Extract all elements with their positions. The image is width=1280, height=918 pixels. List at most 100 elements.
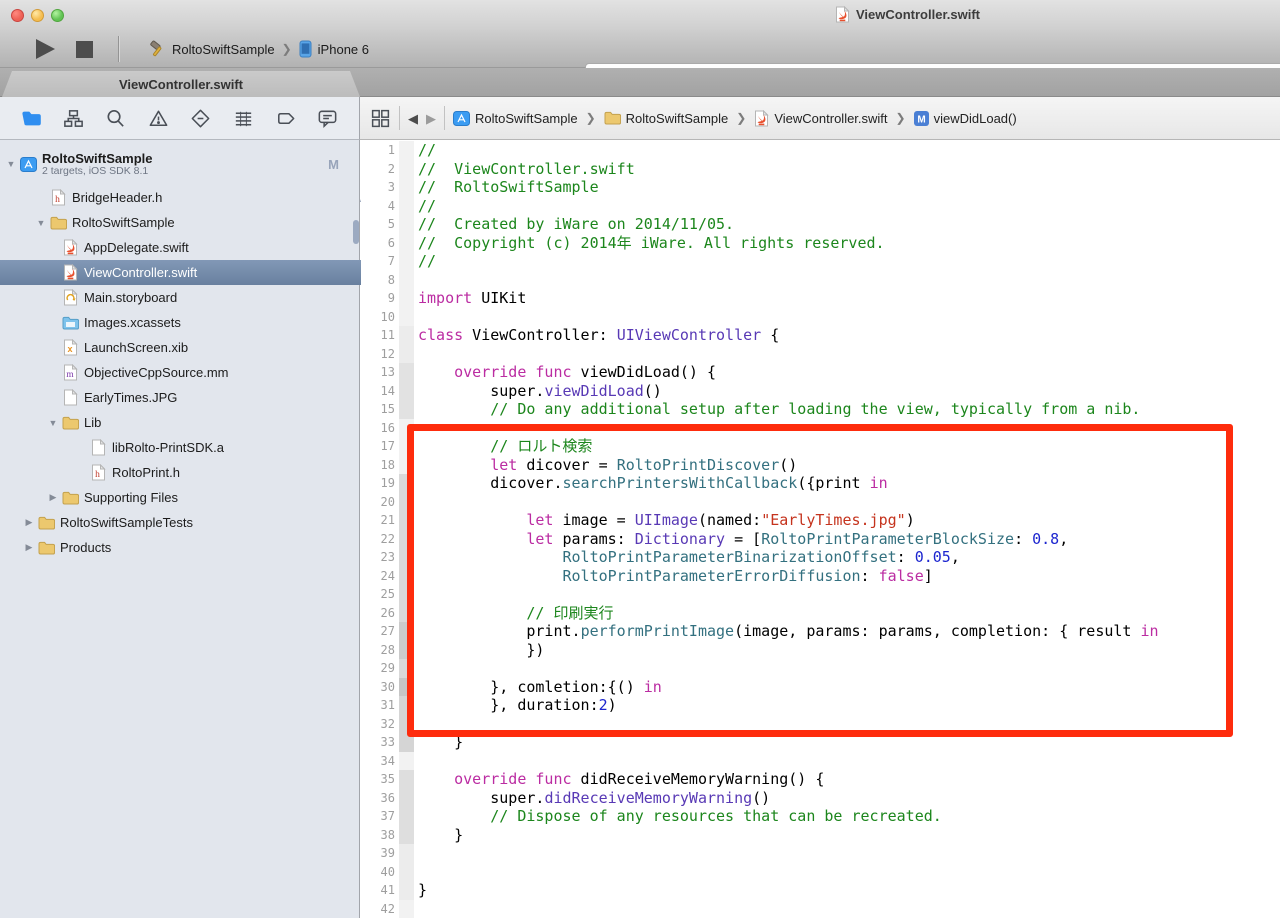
code-line-4[interactable]: // bbox=[418, 197, 1278, 216]
code-line-36[interactable]: super.didReceiveMemoryWarning() bbox=[418, 789, 1278, 808]
line-number: 40 bbox=[380, 864, 395, 879]
code-line-17[interactable]: // ロルト検索 bbox=[418, 437, 1278, 456]
line-number: 17 bbox=[380, 439, 395, 453]
navigator-row-supporting-files[interactable]: ▶ Supporting Files bbox=[0, 485, 405, 510]
project-navigator-icon[interactable] bbox=[19, 106, 43, 130]
line-number: 23 bbox=[380, 550, 395, 564]
code-line-27[interactable]: print.performPrintImage(image, params: p… bbox=[418, 622, 1278, 641]
close-window-button[interactable] bbox=[11, 9, 24, 22]
code-line-9[interactable]: import UIKit bbox=[418, 289, 1278, 308]
code-line-1[interactable]: // bbox=[418, 141, 1278, 160]
code-line-12[interactable] bbox=[418, 345, 1278, 364]
navigator-row-roltoswiftsample[interactable]: ▼ RoltoSwiftSample 2 targets, iOS SDK 8.1 M bbox=[0, 143, 363, 185]
source-editor[interactable]: 1 2 3 4 5 6 7 8 9 10 11 12 13 14 15 16 17 18 19 20 21 22 23 24 2… bbox=[361, 140, 1280, 918]
disclosure-closed-icon[interactable]: ▶ bbox=[22, 542, 36, 553]
folder-file-icon bbox=[36, 516, 56, 530]
code-line-30[interactable]: }, comletion:{() in bbox=[418, 678, 1278, 697]
related-items-icon[interactable] bbox=[370, 108, 391, 129]
disclosure-closed-icon[interactable]: ▶ bbox=[46, 492, 60, 503]
test-navigator-icon[interactable] bbox=[189, 106, 213, 130]
code-line-26[interactable]: // 印刷実行 bbox=[418, 604, 1278, 623]
navigator-row-launchscreen-xib[interactable]: x LaunchScreen.xib bbox=[0, 335, 405, 360]
run-button[interactable] bbox=[36, 39, 55, 59]
code-line-6[interactable]: // Copyright (c) 2014年 iWare. All rights… bbox=[418, 234, 1278, 253]
code-line-7[interactable]: // bbox=[418, 252, 1278, 271]
navigator-row-roltoswiftsampletests[interactable]: ▶ RoltoSwiftSampleTests bbox=[0, 510, 381, 535]
line-number: 9 bbox=[387, 291, 395, 305]
code-line-37[interactable]: // Dispose of any resources that can be … bbox=[418, 807, 1278, 826]
code-area[interactable]: //// ViewController.swift// RoltoSwiftSa… bbox=[418, 141, 1278, 918]
navigator-row-roltoswiftsample[interactable]: ▼ RoltoSwiftSample bbox=[0, 210, 393, 235]
code-line-8[interactable] bbox=[418, 271, 1278, 290]
issue-navigator-icon[interactable] bbox=[146, 106, 170, 130]
navigator-row-appdelegate-swift[interactable]: AppDelegate.swift bbox=[0, 235, 405, 260]
disclosure-open-icon[interactable]: ▼ bbox=[34, 218, 48, 228]
code-line-32[interactable] bbox=[418, 715, 1278, 734]
code-line-23[interactable]: RoltoPrintParameterBinarizationOffset: 0… bbox=[418, 548, 1278, 567]
navigator-row-objectivecppsource-mm[interactable]: mObjectiveCppSource.mmA bbox=[0, 360, 405, 385]
code-line-25[interactable] bbox=[418, 585, 1278, 604]
code-line-15[interactable]: // Do any additional setup after loading… bbox=[418, 400, 1278, 419]
code-line-13[interactable]: override func viewDidLoad() { bbox=[418, 363, 1278, 382]
code-line-33[interactable]: } bbox=[418, 733, 1278, 752]
scheme-selector[interactable]: RoltoSwiftSample ❯ iPhone 6 bbox=[148, 38, 369, 60]
code-line-38[interactable]: } bbox=[418, 826, 1278, 845]
code-line-39[interactable] bbox=[418, 844, 1278, 863]
code-line-3[interactable]: // RoltoSwiftSample bbox=[418, 178, 1278, 197]
navigator-row-earlytimes-jpg[interactable]: EarlyTimes.JPGA bbox=[0, 385, 405, 410]
code-line-22[interactable]: let params: Dictionary = [RoltoPrintPara… bbox=[418, 530, 1278, 549]
breakpoint-navigator-icon[interactable] bbox=[273, 106, 297, 130]
tab-viewcontroller-swift[interactable]: ViewController.swift bbox=[2, 71, 360, 97]
code-line-24[interactable]: RoltoPrintParameterErrorDiffusion: false… bbox=[418, 567, 1278, 586]
breadcrumb-item[interactable]: RoltoSwiftSample bbox=[453, 110, 578, 127]
line-number: 39 bbox=[380, 846, 395, 860]
code-line-35[interactable]: override func didReceiveMemoryWarning() … bbox=[418, 770, 1278, 789]
zoom-window-button[interactable] bbox=[51, 9, 64, 22]
search-navigator-icon[interactable] bbox=[104, 106, 128, 130]
navigator-row-products[interactable]: ▶ Products bbox=[0, 535, 381, 560]
code-line-20[interactable] bbox=[418, 493, 1278, 512]
navigator-row-bridgeheader-h[interactable]: hBridgeHeader.hA bbox=[0, 185, 393, 210]
code-line-10[interactable] bbox=[418, 308, 1278, 327]
code-line-28[interactable]: }) bbox=[418, 641, 1278, 660]
code-line-29[interactable] bbox=[418, 659, 1278, 678]
debug-navigator-icon[interactable] bbox=[231, 106, 255, 130]
breadcrumb-item[interactable]: RoltoSwiftSample bbox=[604, 111, 728, 126]
line-number-gutter[interactable]: 1 2 3 4 5 6 7 8 9 10 11 12 13 14 15 16 17 18 19 20 21 22 23 24 2… bbox=[361, 141, 395, 918]
back-button[interactable]: ◀ bbox=[408, 112, 418, 125]
symbol-navigator-icon[interactable] bbox=[62, 106, 86, 130]
code-line-42[interactable] bbox=[418, 900, 1278, 918]
stop-button[interactable] bbox=[76, 41, 93, 58]
disclosure-open-icon[interactable]: ▼ bbox=[46, 418, 60, 428]
code-line-11[interactable]: class ViewController: UIViewController { bbox=[418, 326, 1278, 345]
navigator-row-main-storyboard[interactable]: Main.storyboard bbox=[0, 285, 405, 310]
breadcrumb-item[interactable]: ViewController.swift bbox=[754, 109, 888, 127]
code-line-40[interactable] bbox=[418, 863, 1278, 882]
code-line-16[interactable] bbox=[418, 419, 1278, 438]
navigator-row-viewcontroller-swift[interactable]: ViewController.swiftM bbox=[0, 260, 405, 285]
code-line-2[interactable]: // ViewController.swift bbox=[418, 160, 1278, 179]
code-line-21[interactable]: let image = UIImage(named:"EarlyTimes.jp… bbox=[418, 511, 1278, 530]
disclosure-closed-icon[interactable]: ▶ bbox=[22, 517, 36, 528]
code-line-5[interactable]: // Created by iWare on 2014/11/05. bbox=[418, 215, 1278, 234]
navigator-scrollbar-thumb[interactable] bbox=[353, 220, 359, 244]
report-navigator-icon[interactable] bbox=[316, 106, 340, 130]
code-line-14[interactable]: super.viewDidLoad() bbox=[418, 382, 1278, 401]
folder-file-icon bbox=[36, 541, 56, 555]
line-number: 18 bbox=[380, 457, 395, 472]
forward-button[interactable]: ▶ bbox=[426, 112, 436, 125]
code-line-34[interactable] bbox=[418, 752, 1278, 771]
code-line-31[interactable]: }, duration:2) bbox=[418, 696, 1278, 715]
code-line-18[interactable]: let dicover = RoltoPrintDiscover() bbox=[418, 456, 1278, 475]
xcassets-file-icon bbox=[60, 316, 80, 330]
disclosure-open-icon[interactable]: ▼ bbox=[4, 159, 18, 169]
navigator-row-lib[interactable]: ▼ Lib bbox=[0, 410, 405, 435]
breadcrumb-item[interactable]: MviewDidLoad() bbox=[913, 110, 1017, 126]
line-number: 27 bbox=[380, 624, 395, 638]
navigator-row-images-xcassets[interactable]: Images.xcassets bbox=[0, 310, 405, 335]
code-line-19[interactable]: dicover.searchPrintersWithCallback({prin… bbox=[418, 474, 1278, 493]
code-line-41[interactable]: } bbox=[418, 881, 1278, 900]
minimize-window-button[interactable] bbox=[31, 9, 44, 22]
breadcrumb-label: ViewController.swift bbox=[774, 110, 888, 126]
project-detail: 2 targets, iOS SDK 8.1 bbox=[42, 165, 149, 177]
